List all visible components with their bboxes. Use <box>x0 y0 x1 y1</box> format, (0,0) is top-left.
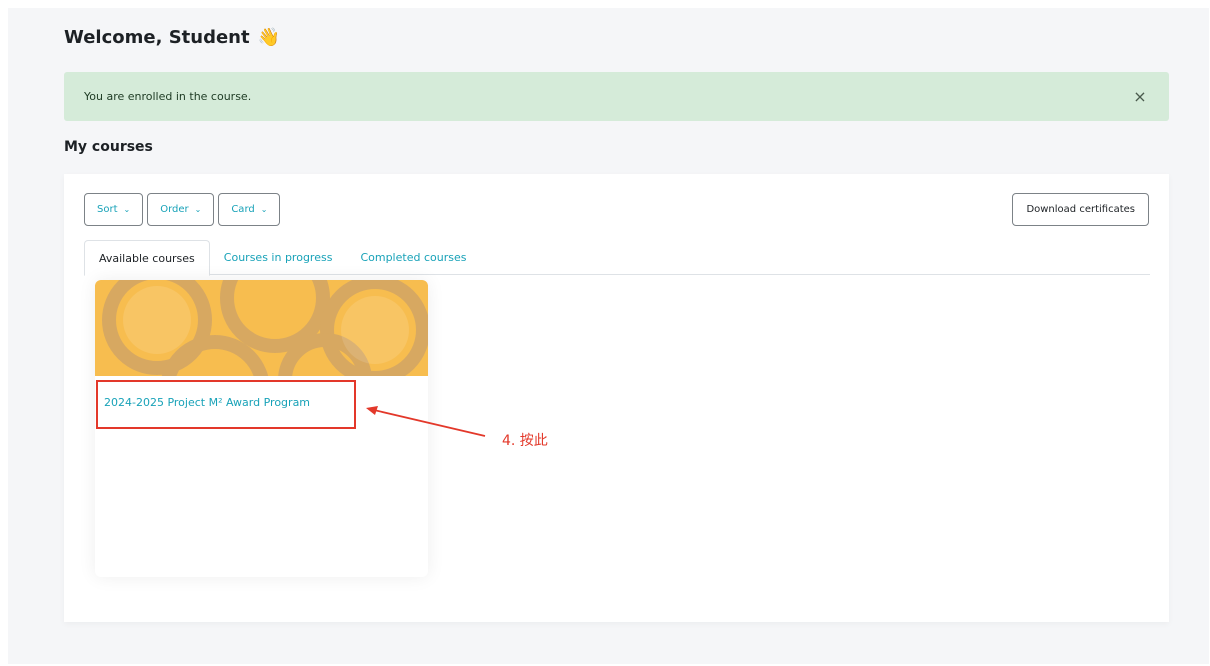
sort-button-label: Sort <box>97 204 118 215</box>
welcome-heading: Welcome, Student 👋 <box>64 27 280 48</box>
course-tabs: Available courses Courses in progress Co… <box>84 240 1150 276</box>
view-mode-button[interactable]: Card ⌄ <box>218 193 281 226</box>
annotation-label: 4. 按此 <box>502 433 548 449</box>
chevron-down-icon: ⌄ <box>260 205 268 214</box>
annotation-highlight-box <box>96 380 356 429</box>
order-button-label: Order <box>160 204 189 215</box>
sort-button[interactable]: Sort ⌄ <box>84 193 144 226</box>
view-controls: Sort ⌄ Order ⌄ Card ⌄ <box>84 193 281 226</box>
tab-completed-courses[interactable]: Completed courses <box>346 240 480 275</box>
close-icon[interactable]: × <box>1131 87 1149 106</box>
section-title: My courses <box>64 139 153 155</box>
view-mode-label: Card <box>231 204 255 215</box>
chevron-down-icon: ⌄ <box>123 205 131 214</box>
tab-available-courses[interactable]: Available courses <box>84 240 210 276</box>
alert-message: You are enrolled in the course. <box>84 90 252 103</box>
success-alert: You are enrolled in the course. × <box>64 72 1169 121</box>
tab-courses-in-progress[interactable]: Courses in progress <box>210 240 347 275</box>
download-certificates-button[interactable]: Download certificates <box>1012 193 1149 226</box>
course-image[interactable] <box>95 280 428 376</box>
chevron-down-icon: ⌄ <box>194 205 202 214</box>
annotation-arrow <box>366 406 486 437</box>
welcome-text: Welcome, Student <box>64 27 250 48</box>
waving-hand-icon: 👋 <box>257 27 281 48</box>
order-button[interactable]: Order ⌄ <box>147 193 215 226</box>
